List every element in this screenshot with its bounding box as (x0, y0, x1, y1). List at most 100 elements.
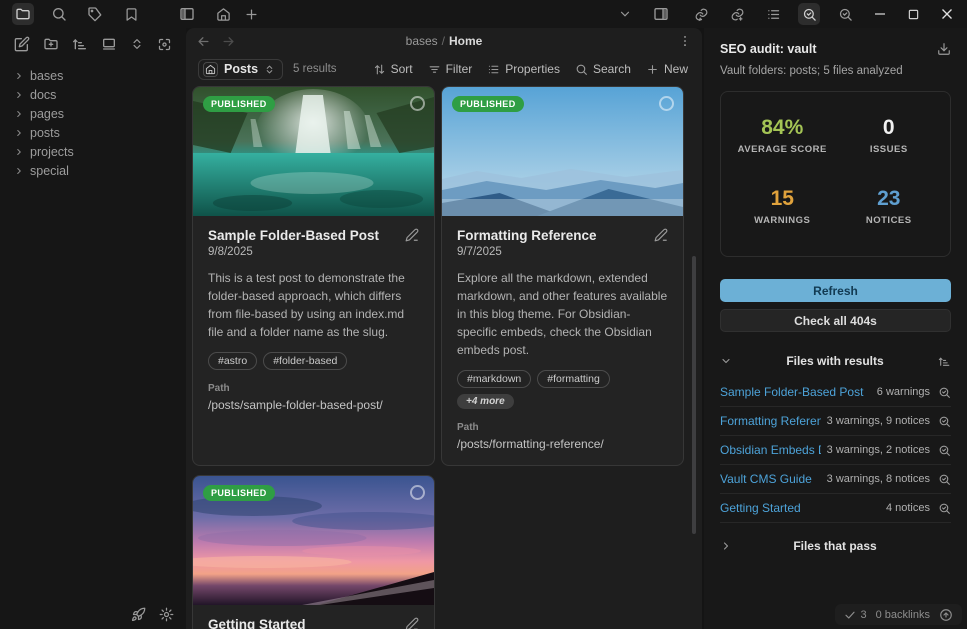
properties-button[interactable]: Properties (487, 62, 560, 76)
file-row: Obsidian Embeds Demo 3 warnings, 2 notic… (720, 436, 951, 465)
tree-folder-posts[interactable]: posts (10, 123, 186, 142)
folder-label: docs (30, 88, 56, 102)
files-with-results-header[interactable]: Files with results (720, 354, 951, 368)
stat-warnings: 15 WARNINGS (729, 187, 836, 226)
files-that-pass-header[interactable]: Files that pass (720, 539, 951, 553)
close-button[interactable] (941, 8, 953, 20)
filter-button[interactable]: Filter (428, 62, 473, 76)
tag-pill[interactable]: #folder-based (263, 352, 347, 370)
more-options-icon[interactable] (678, 34, 692, 48)
reveal-file-icon[interactable] (157, 37, 172, 52)
list-icon (766, 7, 781, 22)
sort-button[interactable]: Sort (373, 62, 413, 76)
post-card[interactable]: PUBLISHED Getting Started 9/6/2025 Quick… (192, 475, 435, 629)
stat-label: NOTICES (836, 215, 943, 226)
refresh-button[interactable]: Refresh (720, 279, 951, 302)
incoming-links-button[interactable] (690, 3, 712, 25)
card-title[interactable]: Formatting Reference (457, 228, 654, 243)
new-item-button[interactable]: New (646, 62, 688, 76)
chevrons-up-down-icon (264, 64, 275, 75)
file-link[interactable]: Vault CMS Guide (720, 472, 821, 486)
edit-pencil-icon[interactable] (405, 228, 419, 242)
file-link[interactable]: Obsidian Embeds Demo (720, 443, 821, 457)
tree-folder-docs[interactable]: docs (10, 85, 186, 104)
check-404s-button[interactable]: Check all 404s (720, 309, 951, 332)
breadcrumb-current[interactable]: Home (449, 34, 482, 48)
more-tags-pill[interactable]: +4 more (457, 394, 514, 409)
arrow-up-circle-icon[interactable] (939, 608, 953, 622)
new-note-icon[interactable] (14, 36, 30, 52)
seo-check-page-button[interactable] (834, 3, 856, 25)
status-count: 3 (860, 609, 866, 621)
file-link[interactable]: Formatting Reference (720, 414, 821, 428)
scrollbar[interactable] (692, 256, 696, 534)
right-sidebar-toggle[interactable] (650, 3, 672, 25)
tree-folder-bases[interactable]: bases (10, 66, 186, 85)
search-check-icon[interactable] (938, 415, 951, 428)
seo-audit-button[interactable] (798, 3, 820, 25)
search-icon (51, 6, 67, 22)
tags-tab-button[interactable] (84, 3, 106, 25)
plus-icon (244, 7, 259, 22)
file-link[interactable]: Getting Started (720, 501, 880, 515)
outgoing-links-button[interactable] (726, 3, 748, 25)
edit-pencil-icon[interactable] (405, 617, 419, 629)
search-check-icon[interactable] (938, 386, 951, 399)
search-check-icon[interactable] (938, 473, 951, 486)
chevron-right-icon (14, 147, 24, 157)
collapse-all-icon[interactable] (130, 37, 144, 51)
breadcrumb-parent[interactable]: bases (406, 34, 438, 48)
search-check-icon[interactable] (938, 444, 951, 457)
view-selector[interactable]: Posts (198, 59, 283, 80)
download-icon[interactable] (937, 42, 951, 56)
left-sidebar-toggle[interactable] (176, 3, 198, 25)
select-circle-icon[interactable] (410, 485, 425, 500)
backlinks-count[interactable]: 0 backlinks (876, 609, 930, 621)
search-check-icon[interactable] (938, 502, 951, 515)
file-link[interactable]: Sample Folder-Based Post (720, 385, 871, 399)
card-title[interactable]: Getting Started (208, 617, 405, 629)
forward-icon[interactable] (221, 34, 236, 49)
tree-folder-special[interactable]: special (10, 161, 186, 180)
minimize-button[interactable] (874, 8, 886, 20)
tag-pill[interactable]: #astro (208, 352, 257, 370)
sync-status[interactable]: 3 (844, 609, 866, 621)
search-tab-button[interactable] (48, 3, 70, 25)
post-card[interactable]: PUBLISHED Sample Folder-Based Post 9/8/2… (192, 86, 435, 466)
select-circle-icon[interactable] (410, 96, 425, 111)
search-check-icon (802, 7, 817, 22)
back-icon[interactable] (196, 34, 211, 49)
filter-icon (428, 63, 441, 76)
tree-folder-projects[interactable]: projects (10, 142, 186, 161)
new-tab-button[interactable] (240, 3, 262, 25)
tree-folder-pages[interactable]: pages (10, 104, 186, 123)
tag-pill[interactable]: #markdown (457, 370, 531, 388)
sort-asc-icon[interactable] (938, 355, 951, 368)
card-cover-image: PUBLISHED (193, 476, 434, 605)
file-status: 3 warnings, 9 notices (827, 415, 930, 427)
maximize-button[interactable] (908, 9, 919, 20)
rocket-icon[interactable] (131, 607, 146, 622)
card-title[interactable]: Sample Folder-Based Post (208, 228, 405, 243)
sort-order-icon[interactable] (72, 36, 88, 52)
files-tab-button[interactable] (12, 3, 34, 25)
stat-label: ISSUES (836, 144, 943, 155)
title-bar (0, 0, 967, 28)
outline-button[interactable] (762, 3, 784, 25)
gear-icon[interactable] (159, 607, 174, 622)
file-status: 4 notices (886, 502, 930, 514)
card-view-icon[interactable] (101, 36, 117, 52)
tab-list-dropdown[interactable] (614, 3, 636, 25)
search-button[interactable]: Search (575, 62, 631, 76)
tag-pill[interactable]: #formatting (537, 370, 610, 388)
bookmarks-tab-button[interactable] (120, 3, 142, 25)
stat-notices: 23 NOTICES (836, 187, 943, 226)
folder-label: projects (30, 145, 74, 159)
tab-home[interactable] (212, 3, 234, 25)
edit-pencil-icon[interactable] (654, 228, 668, 242)
post-card[interactable]: PUBLISHED Formatting Reference 9/7/2025 … (441, 86, 684, 466)
select-circle-icon[interactable] (659, 96, 674, 111)
new-folder-icon[interactable] (43, 36, 59, 52)
section-title: Files with results (732, 354, 938, 368)
panel-left-icon (179, 6, 195, 22)
